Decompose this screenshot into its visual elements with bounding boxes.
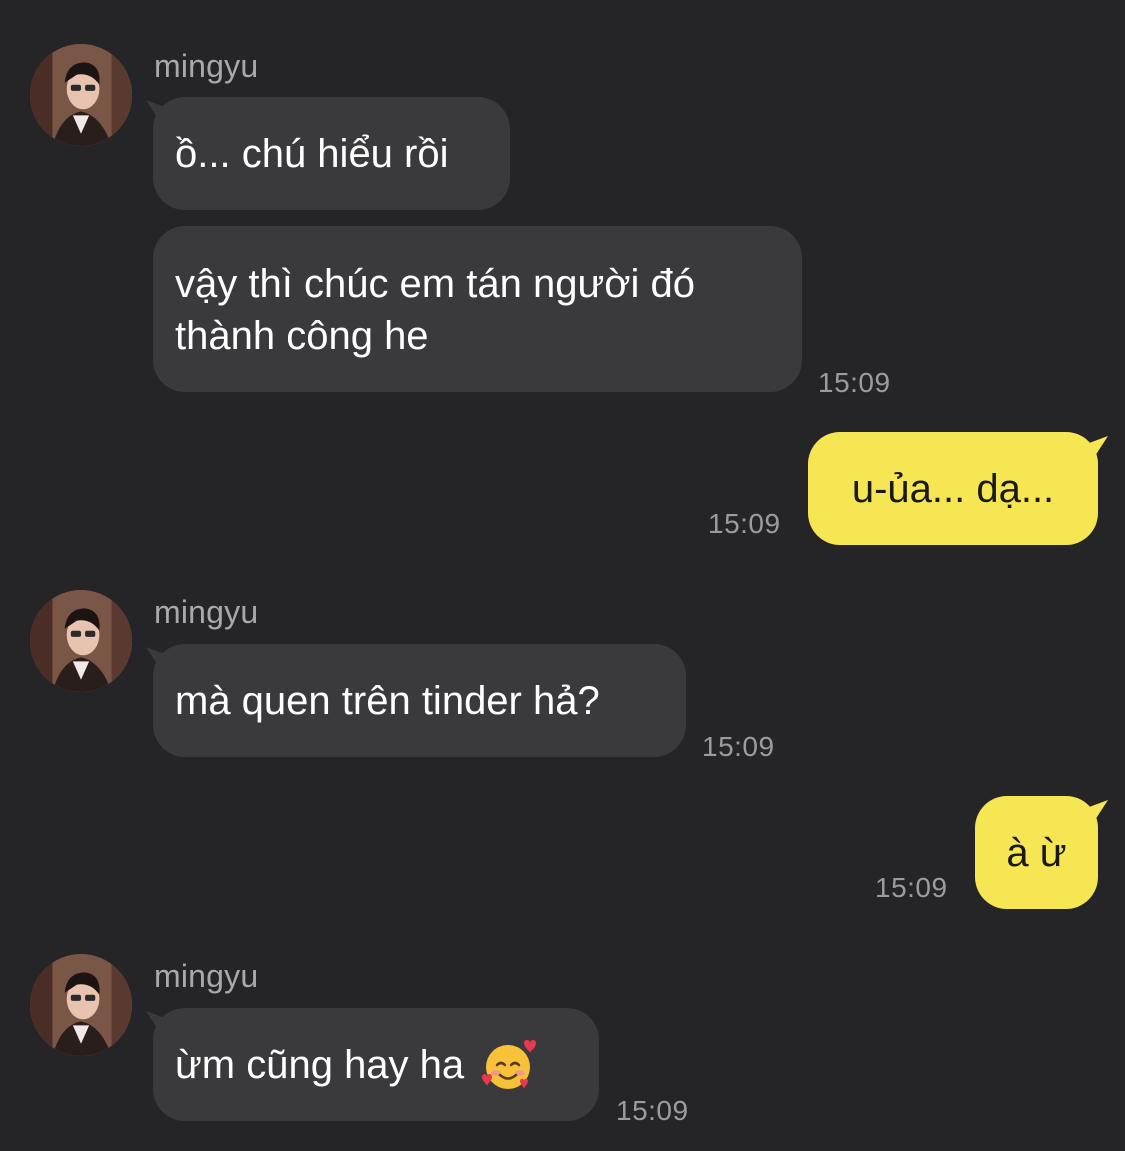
message-text: mà quen trên tinder hả?: [175, 678, 600, 723]
message-text: ừm cũng hay ha: [175, 1042, 465, 1087]
contact-avatar[interactable]: [30, 954, 132, 1056]
message-bubble-outgoing[interactable]: u-ủa... dạ...: [808, 432, 1098, 545]
message-timestamp: 15:09: [818, 367, 891, 398]
contact-avatar[interactable]: [30, 590, 132, 692]
message-timestamp: 15:09: [875, 872, 948, 903]
message-text: ồ... chú hiểu rồi: [175, 131, 449, 176]
chat-thread: mingyu ồ... chú hiểu rồi vậy thì chúc em…: [0, 0, 1125, 1151]
message-text: vậy thì chúc em tán người đó thành công …: [175, 262, 695, 358]
message-bubble-outgoing[interactable]: à ừ: [975, 796, 1098, 909]
smiling-face-with-hearts-icon: [482, 1039, 537, 1089]
sender-name: mingyu: [154, 48, 259, 84]
message-bubble-incoming[interactable]: ừm cũng hay ha: [153, 1008, 599, 1121]
message-text: à ừ: [1006, 830, 1067, 875]
message-timestamp: 15:09: [616, 1095, 689, 1126]
message-timestamp: 15:09: [708, 508, 781, 539]
contact-avatar[interactable]: [30, 44, 132, 146]
sender-name: mingyu: [154, 594, 259, 630]
message-timestamp: 15:09: [702, 731, 775, 762]
message-bubble-incoming[interactable]: mà quen trên tinder hả?: [153, 644, 686, 757]
message-bubble-incoming[interactable]: ồ... chú hiểu rồi: [153, 97, 510, 210]
message-bubble-incoming[interactable]: vậy thì chúc em tán người đó thành công …: [153, 226, 802, 392]
sender-name: mingyu: [154, 958, 259, 994]
message-text: u-ủa... dạ...: [851, 466, 1055, 511]
